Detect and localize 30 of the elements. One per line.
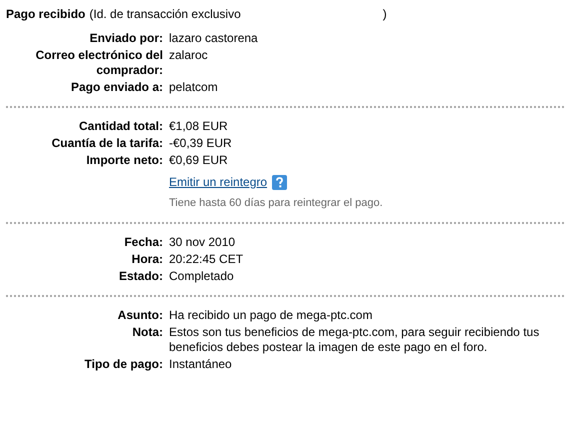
field-label: Asunto: [116, 308, 163, 322]
field-label: Correo electrónico del comprador: [34, 48, 163, 78]
field-value: -€0,39 EUR [169, 136, 233, 151]
transaction-id-close: ) [382, 6, 387, 22]
field-value: Ha recibido un pago de mega-ptc.com [169, 308, 374, 322]
field-value: 30 nov 2010 [169, 234, 236, 250]
field-label: Hora: [130, 252, 163, 266]
field-value: Instantáneo [169, 356, 233, 372]
field-label: Fecha: [123, 234, 163, 250]
hint-text: Tiene hasta 60 días para reintegrar el pago. [168, 196, 384, 211]
field-label: Enviado por: [88, 31, 163, 46]
field-value: pelatcom [169, 80, 219, 95]
field-value: lazaro castorena [169, 31, 259, 46]
help-icon[interactable] [272, 174, 288, 190]
field-label: Estado: [118, 268, 163, 284]
field-label: Pago enviado a: [70, 80, 163, 95]
transaction-id-label: (Id. de transacción exclusivo [89, 6, 241, 22]
refund-link[interactable]: Emitir un reintegro [169, 173, 268, 191]
field-value: zalaroc [169, 48, 209, 64]
page-title: Pago recibido [6, 6, 86, 22]
field-label: Tipo de pago: [84, 356, 163, 372]
field-value: €1,08 EUR [169, 119, 229, 134]
field-value: Estos son tus beneficios de mega-ptc.com, para seguir recibiendo tus beneficios debes postear la imagen de este pago en el foro. [169, 324, 540, 354]
field-label: Nota: [131, 324, 163, 340]
field-label: Importe neto: [85, 153, 163, 168]
field-value: Completado [169, 268, 235, 284]
field-label: Cuantía de la tarifa: [50, 136, 163, 151]
field-value: 20:22:45 CET [169, 252, 244, 266]
field-value: €0,69 EUR [169, 153, 229, 168]
field-label: Cantidad total: [78, 119, 163, 134]
